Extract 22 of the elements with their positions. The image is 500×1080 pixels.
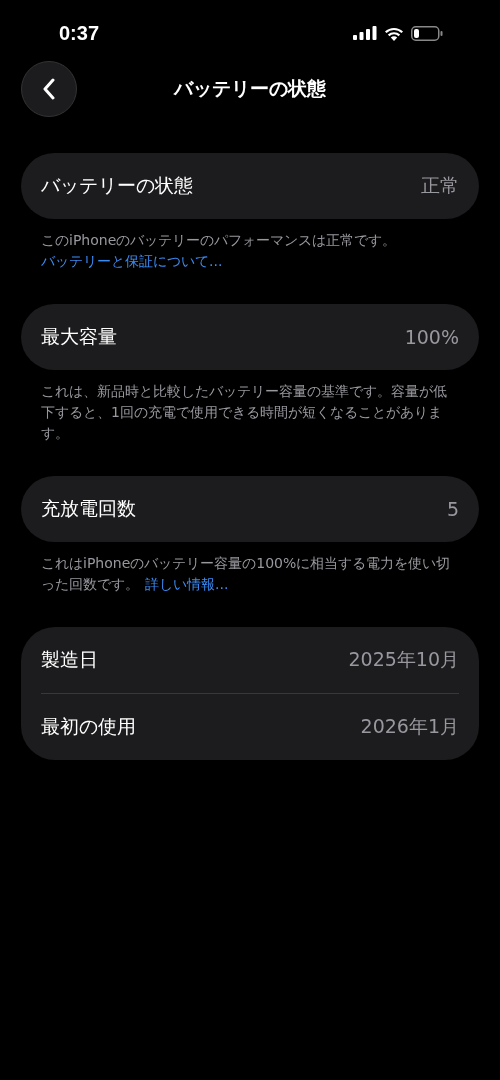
row-label: 最初の使用 <box>41 714 136 739</box>
row-label: バッテリーの状態 <box>41 173 193 198</box>
row-value: 100% <box>404 326 459 348</box>
back-chevron-icon <box>42 78 56 100</box>
row-value: 正常 <box>421 173 459 198</box>
row-value: 2025年10月 <box>348 647 459 672</box>
back-button[interactable] <box>21 61 77 117</box>
row-value: 2026年1月 <box>360 714 459 739</box>
row-label: 製造日 <box>41 647 98 672</box>
row-label: 最大容量 <box>41 324 117 349</box>
status-time: 0:37 <box>59 21 100 45</box>
battery-icon <box>411 25 443 41</box>
page-title: バッテリーの状態 <box>174 76 326 101</box>
signal-icon <box>353 26 377 40</box>
wifi-icon <box>384 25 404 41</box>
row-label: 充放電回数 <box>41 496 136 521</box>
info-link[interactable]: 詳しい情報... <box>145 576 229 592</box>
footnote: このiPhoneのバッテリーのパフォーマンスは正常です。 バッテリーと保証について... <box>41 230 459 272</box>
info-link[interactable]: バッテリーと保証について... <box>41 251 223 272</box>
footnote: これは、新品時と比較したバッテリー容量の基準です。容量が低下すると、1回の充電で使用できる時間が短くなることがあります。 <box>41 382 448 443</box>
footnote: これはiPhoneのバッテリー容量の100%に相当する電力を使い切った回数です。 詳しい情報... <box>41 554 452 594</box>
row-value: 5 <box>446 498 459 520</box>
